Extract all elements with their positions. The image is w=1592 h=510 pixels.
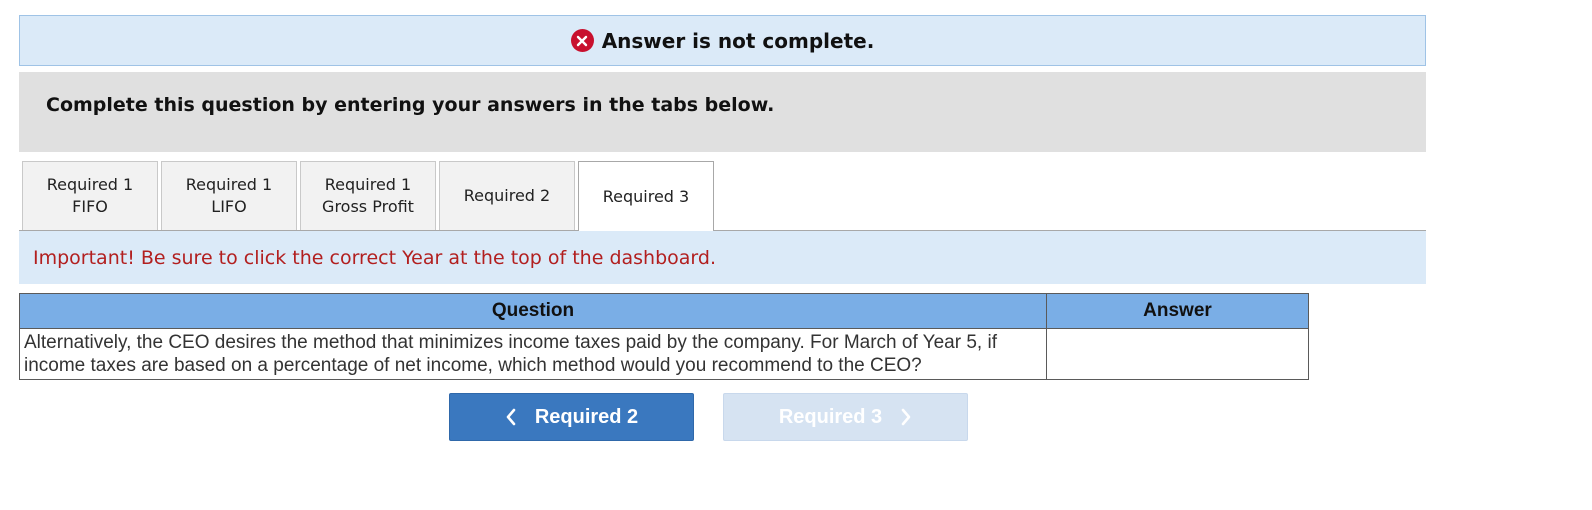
tab-label: Required 3 xyxy=(602,186,690,206)
status-banner: Answer is not complete. xyxy=(19,15,1426,66)
tab-label-line2: Gross Profit xyxy=(322,197,414,216)
previous-button-label: Required 2 xyxy=(534,405,639,428)
tab-label-line1: Required 1 xyxy=(324,175,412,194)
x-circle-icon xyxy=(570,29,594,52)
tab-required-1-fifo[interactable]: Required 1 FIFO xyxy=(22,161,158,230)
tab-label-line1: Required 1 xyxy=(46,175,134,194)
answer-column-header: Answer xyxy=(1045,293,1310,329)
previous-button[interactable]: Required 2 xyxy=(449,393,694,441)
next-button[interactable]: Required 3 xyxy=(723,393,968,441)
answer-input[interactable] xyxy=(1046,329,1308,377)
tab-label: Required 2 xyxy=(463,186,551,205)
question-cell: Alternatively, the CEO desires the metho… xyxy=(19,328,1047,380)
chevron-left-icon xyxy=(505,408,517,426)
table-row: Alternatively, the CEO desires the metho… xyxy=(19,328,1310,380)
question-column-header: Question xyxy=(19,293,1047,329)
tab-label-line1: Required 1 xyxy=(185,175,273,194)
status-message: Answer is not complete. xyxy=(570,28,875,53)
next-button-label: Required 3 xyxy=(778,405,883,428)
tab-required-2[interactable]: Required 2 xyxy=(439,161,575,230)
question-answer-table: Question Answer Alternatively, the CEO d… xyxy=(19,293,1310,380)
tab-bar: Required 1 FIFO Required 1 LIFO Required… xyxy=(22,161,714,231)
chevron-right-icon xyxy=(900,408,912,426)
answer-cell[interactable] xyxy=(1045,328,1310,380)
tab-label-line2: LIFO xyxy=(211,197,247,216)
instruction-panel: Complete this question by entering your … xyxy=(19,72,1426,152)
important-notice: Important! Be sure to click the correct … xyxy=(19,230,1426,284)
status-text: Answer is not complete. xyxy=(601,28,875,53)
tab-required-3[interactable]: Required 3 xyxy=(578,161,714,231)
table-header-row: Question Answer xyxy=(19,293,1310,329)
instruction-text: Complete this question by entering your … xyxy=(46,94,775,116)
tab-label-line2: FIFO xyxy=(72,197,108,216)
tab-required-1-gross-profit[interactable]: Required 1 Gross Profit xyxy=(300,161,436,230)
tab-required-1-lifo[interactable]: Required 1 LIFO xyxy=(161,161,297,230)
important-text: Important! Be sure to click the correct … xyxy=(33,247,716,269)
